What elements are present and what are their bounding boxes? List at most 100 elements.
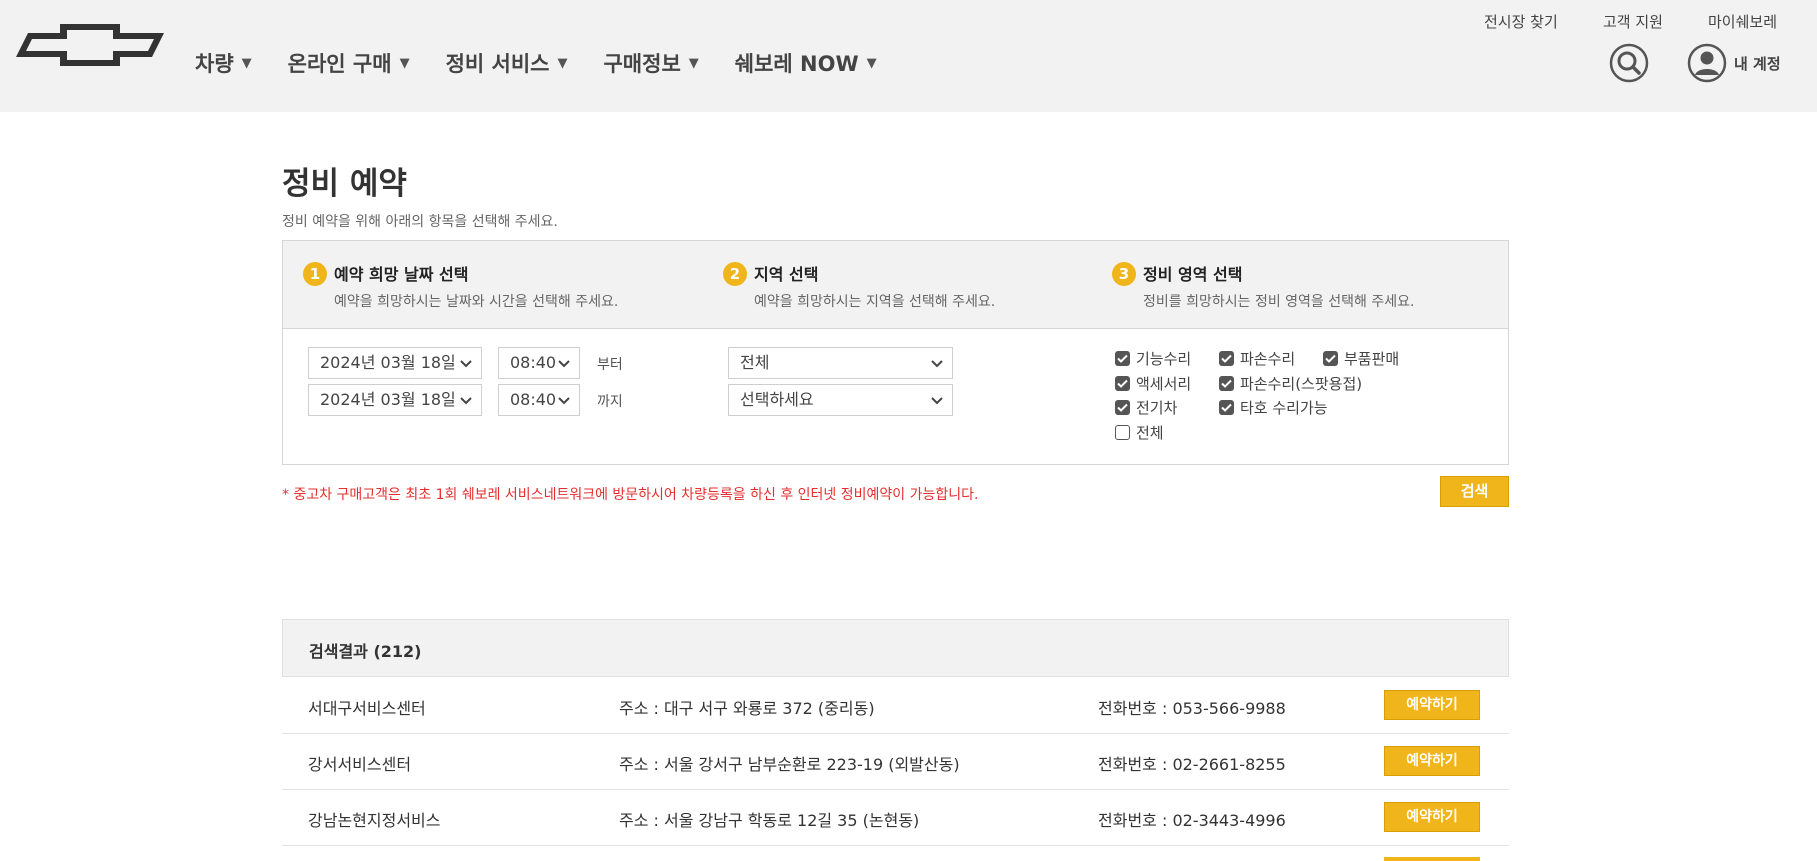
step-description: 정비를 희망하시는 정비 영역을 선택해 주세요. — [1143, 294, 1415, 310]
to-label: 까지 — [597, 394, 623, 410]
reserve-button[interactable]: 예약하기 — [1384, 802, 1480, 832]
step-title: 정비 영역 선택 — [1143, 265, 1243, 284]
result-row: 강남논현지정서비스 주소 : 서울 강남구 학동로 12길 35 (논현동) 전… — [282, 790, 1509, 846]
chevron-down-icon — [460, 360, 472, 368]
checkbox-label: 액세서리 — [1136, 375, 1192, 393]
util-link-customer-support[interactable]: 고객 지원 — [1603, 11, 1663, 32]
user-avatar-icon — [1687, 43, 1727, 83]
checkbox-label: 파손수리(스팟용접) — [1240, 375, 1363, 393]
checkbox-parts-sales[interactable]: 부품판매 — [1323, 348, 1399, 369]
checkbox-checked — [1219, 351, 1234, 366]
checkbox-unchecked — [1115, 425, 1130, 440]
sub-region-select[interactable]: 선택하세요 — [728, 384, 953, 416]
caret-down-icon: ▼ — [241, 55, 252, 71]
checkbox-label: 전기차 — [1136, 399, 1178, 417]
nav-item-purchase-info[interactable]: 구매정보 ▼ — [603, 48, 698, 78]
page-title: 정비 예약 — [282, 166, 407, 202]
step-number-badge: 1 — [303, 262, 327, 286]
checkbox-checked — [1219, 400, 1234, 415]
checkbox-spot-welding[interactable]: 파손수리(스팟용접) — [1219, 373, 1362, 394]
center-phone: 전화번호 : 02-2661-8255 — [1098, 755, 1286, 774]
site-header: 차량 ▼ 온라인 구매 ▼ 정비 서비스 ▼ 구매정보 ▼ 쉐보레 NOW ▼ … — [0, 0, 1817, 112]
util-link-label: 전시장 찾기 — [1484, 13, 1558, 31]
center-address: 주소 : 서울 강서구 남부순환로 223-19 (외발산동) — [619, 755, 960, 774]
select-value: 선택하세요 — [740, 390, 814, 409]
from-date-select[interactable]: 2024년 03월 18일 — [308, 347, 482, 379]
page-description: 정비 예약을 위해 아래의 항목을 선택해 주세요. — [282, 214, 558, 230]
chevron-down-icon — [460, 397, 472, 405]
my-account-button[interactable]: 내 계정 — [1687, 43, 1781, 83]
chevron-down-icon — [558, 360, 570, 368]
checkbox-checked — [1115, 351, 1130, 366]
chevrolet-bowtie-logo[interactable] — [14, 20, 166, 70]
select-value: 2024년 03월 18일 — [320, 353, 456, 372]
checkbox-label: 기능수리 — [1136, 350, 1192, 368]
checkbox-label: 전체 — [1136, 424, 1164, 442]
results-header: 검색결과 (212) — [282, 619, 1509, 677]
caret-down-icon: ▼ — [399, 55, 410, 71]
results-count: 검색결과 (212) — [309, 642, 422, 661]
caret-down-icon: ▼ — [866, 55, 877, 71]
checkbox-all[interactable]: 전체 — [1115, 422, 1164, 443]
checkbox-checked — [1115, 400, 1130, 415]
reserve-button[interactable]: 예약하기 — [1384, 746, 1480, 776]
select-value: 전체 — [740, 353, 770, 372]
util-link-label: 마이쉐보레 — [1708, 13, 1778, 31]
step-title: 예약 희망 날짜 선택 — [334, 265, 469, 284]
center-address: 주소 : 대구 서구 와룡로 372 (중리동) — [619, 699, 875, 718]
checkbox-checked — [1219, 376, 1234, 391]
result-row: 서대구서비스센터 주소 : 대구 서구 와룡로 372 (중리동) 전화번호 :… — [282, 678, 1509, 734]
nav-item-label: 쉐보레 NOW — [734, 52, 859, 76]
form-steps-header: 1 예약 희망 날짜 선택 예약을 희망하시는 날짜와 시간을 선택해 주세요.… — [283, 241, 1508, 329]
step-description: 예약을 희망하시는 지역을 선택해 주세요. — [754, 294, 996, 310]
checkbox-checked — [1323, 351, 1338, 366]
reservation-form: 1 예약 희망 날짜 선택 예약을 희망하시는 날짜와 시간을 선택해 주세요.… — [282, 240, 1509, 465]
reserve-button[interactable]: 예약하기 — [1384, 690, 1480, 720]
from-label: 부터 — [597, 357, 623, 373]
util-link-my-chevrolet[interactable]: 마이쉐보레 — [1708, 11, 1777, 32]
checkbox-accessories[interactable]: 액세서리 — [1115, 373, 1191, 394]
checkbox-function-repair[interactable]: 기능수리 — [1115, 348, 1191, 369]
step-number-badge: 2 — [723, 262, 747, 286]
nav-item-label: 차량 — [195, 52, 234, 76]
center-phone: 전화번호 : 02-3443-4996 — [1098, 811, 1286, 830]
chevron-down-icon — [931, 397, 943, 405]
select-value: 08:40 — [510, 390, 557, 409]
checkbox-label: 파손수리 — [1240, 350, 1296, 368]
nav-item-maintenance-service[interactable]: 정비 서비스 ▼ — [446, 48, 568, 78]
checkbox-checked — [1115, 376, 1130, 391]
chevron-down-icon — [931, 360, 943, 368]
center-name: 서대구서비스센터 — [308, 699, 426, 718]
checkbox-tahoe-repair[interactable]: 타호 수리가능 — [1219, 397, 1328, 418]
center-name: 강남논현지정서비스 — [308, 811, 441, 830]
select-value: 2024년 03월 18일 — [320, 390, 456, 409]
center-phone: 전화번호 : 053-566-9988 — [1098, 699, 1286, 718]
step-title: 지역 선택 — [754, 265, 819, 284]
to-date-select[interactable]: 2024년 03월 18일 — [308, 384, 482, 416]
checkbox-electric-vehicle[interactable]: 전기차 — [1115, 397, 1177, 418]
center-address: 주소 : 서울 강남구 학동로 12길 35 (논현동) — [619, 811, 920, 830]
search-icon[interactable] — [1609, 43, 1649, 83]
center-name: 강서서비스센터 — [308, 755, 412, 774]
util-link-find-showroom[interactable]: 전시장 찾기 — [1484, 11, 1558, 32]
checkbox-label: 타호 수리가능 — [1240, 399, 1328, 417]
to-time-select[interactable]: 08:40 — [498, 384, 580, 416]
main-nav: 차량 ▼ 온라인 구매 ▼ 정비 서비스 ▼ 구매정보 ▼ 쉐보레 NOW ▼ — [195, 48, 913, 78]
caret-down-icon: ▼ — [688, 55, 699, 71]
search-button[interactable]: 검색 — [1440, 476, 1509, 507]
reserve-button-partial[interactable] — [1384, 857, 1480, 861]
checkbox-damage-repair[interactable]: 파손수리 — [1219, 348, 1295, 369]
region-select[interactable]: 전체 — [728, 347, 953, 379]
nav-item-chevrolet-now[interactable]: 쉐보레 NOW ▼ — [735, 48, 877, 78]
result-row: 강서서비스센터 주소 : 서울 강서구 남부순환로 223-19 (외발산동) … — [282, 734, 1509, 790]
nav-item-online-purchase[interactable]: 온라인 구매 ▼ — [288, 48, 410, 78]
used-car-notice: * 중고차 구매고객은 최초 1회 쉐보레 서비스네트워크에 방문하시어 차량등… — [282, 487, 979, 503]
nav-item-vehicles[interactable]: 차량 ▼ — [195, 48, 252, 78]
nav-item-label: 정비 서비스 — [445, 52, 550, 76]
util-link-label: 고객 지원 — [1603, 13, 1663, 31]
account-label: 내 계정 — [1734, 54, 1781, 73]
select-value: 08:40 — [510, 353, 557, 372]
from-time-select[interactable]: 08:40 — [498, 347, 580, 379]
step-description: 예약을 희망하시는 날짜와 시간을 선택해 주세요. — [334, 294, 619, 310]
nav-item-label: 온라인 구매 — [287, 52, 392, 76]
